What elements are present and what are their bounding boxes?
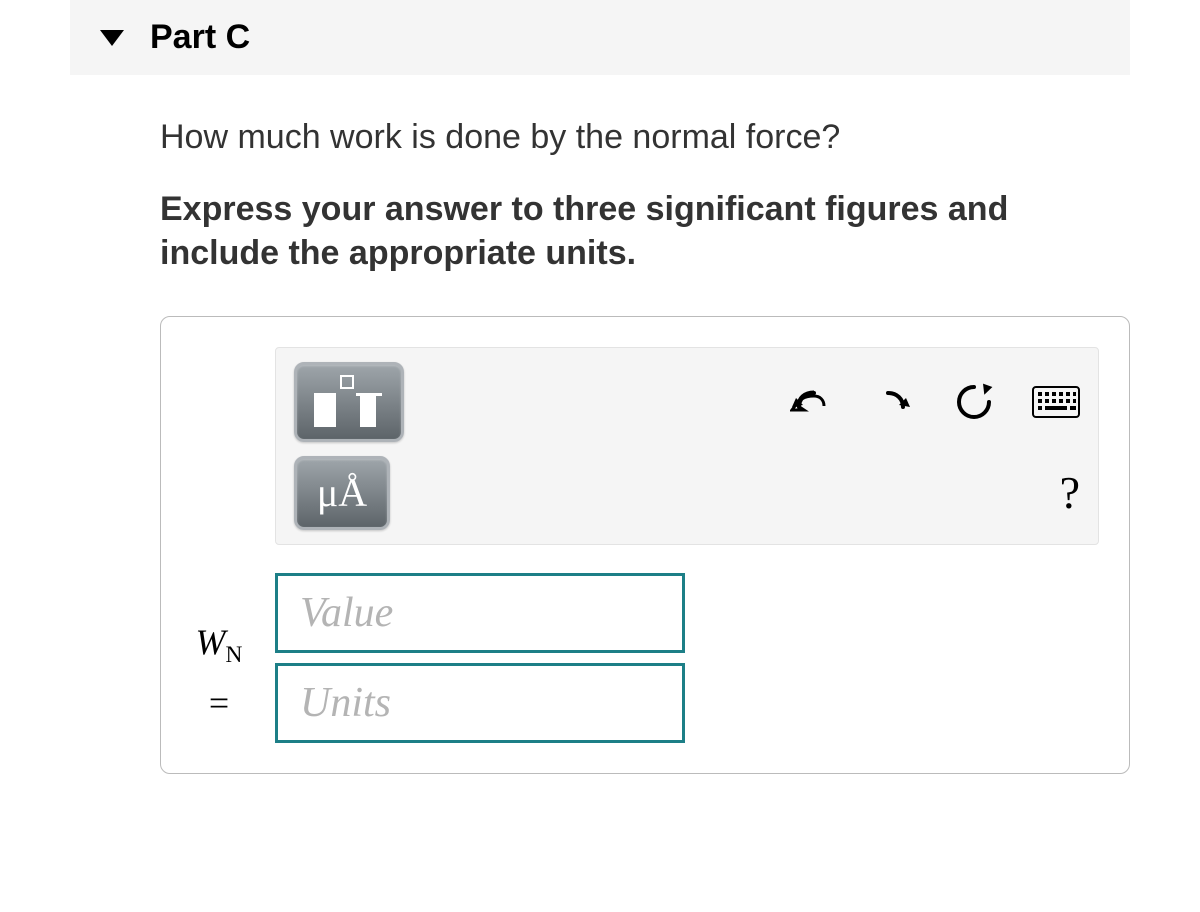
collapse-triangle-icon [100, 30, 124, 46]
answer-box: WN = [160, 316, 1130, 774]
value-input[interactable] [275, 573, 685, 653]
instructions-text: Express your answer to three significant… [160, 187, 1130, 275]
equals-sign: = [209, 678, 229, 728]
undo-icon [790, 384, 830, 420]
redo-icon [872, 384, 912, 420]
formatting-toolbar: μÅ ? [275, 347, 1099, 545]
help-button[interactable]: ? [1060, 469, 1080, 517]
variable-label: WN = [189, 617, 249, 742]
content-area: How much work is done by the normal forc… [160, 115, 1130, 774]
redo-button[interactable] [868, 378, 916, 426]
units-button-label: μÅ [317, 469, 367, 516]
undo-button[interactable] [786, 378, 834, 426]
templates-icon [314, 377, 384, 427]
answer-right-column: μÅ ? [275, 347, 1099, 743]
part-title: Part C [150, 18, 250, 57]
part-header[interactable]: Part C [70, 0, 1130, 75]
answer-inputs [275, 573, 1099, 743]
keyboard-button[interactable] [1032, 378, 1080, 426]
variable-sub: N [226, 642, 243, 668]
templates-button[interactable] [294, 362, 404, 442]
reset-button[interactable] [950, 378, 998, 426]
variable-base: W [196, 622, 226, 662]
reset-icon [953, 381, 995, 423]
special-chars-button[interactable]: μÅ [294, 456, 390, 530]
question-text: How much work is done by the normal forc… [160, 115, 1130, 159]
help-icon: ? [1060, 466, 1080, 519]
keyboard-icon [1032, 386, 1080, 418]
units-input[interactable] [275, 663, 685, 743]
